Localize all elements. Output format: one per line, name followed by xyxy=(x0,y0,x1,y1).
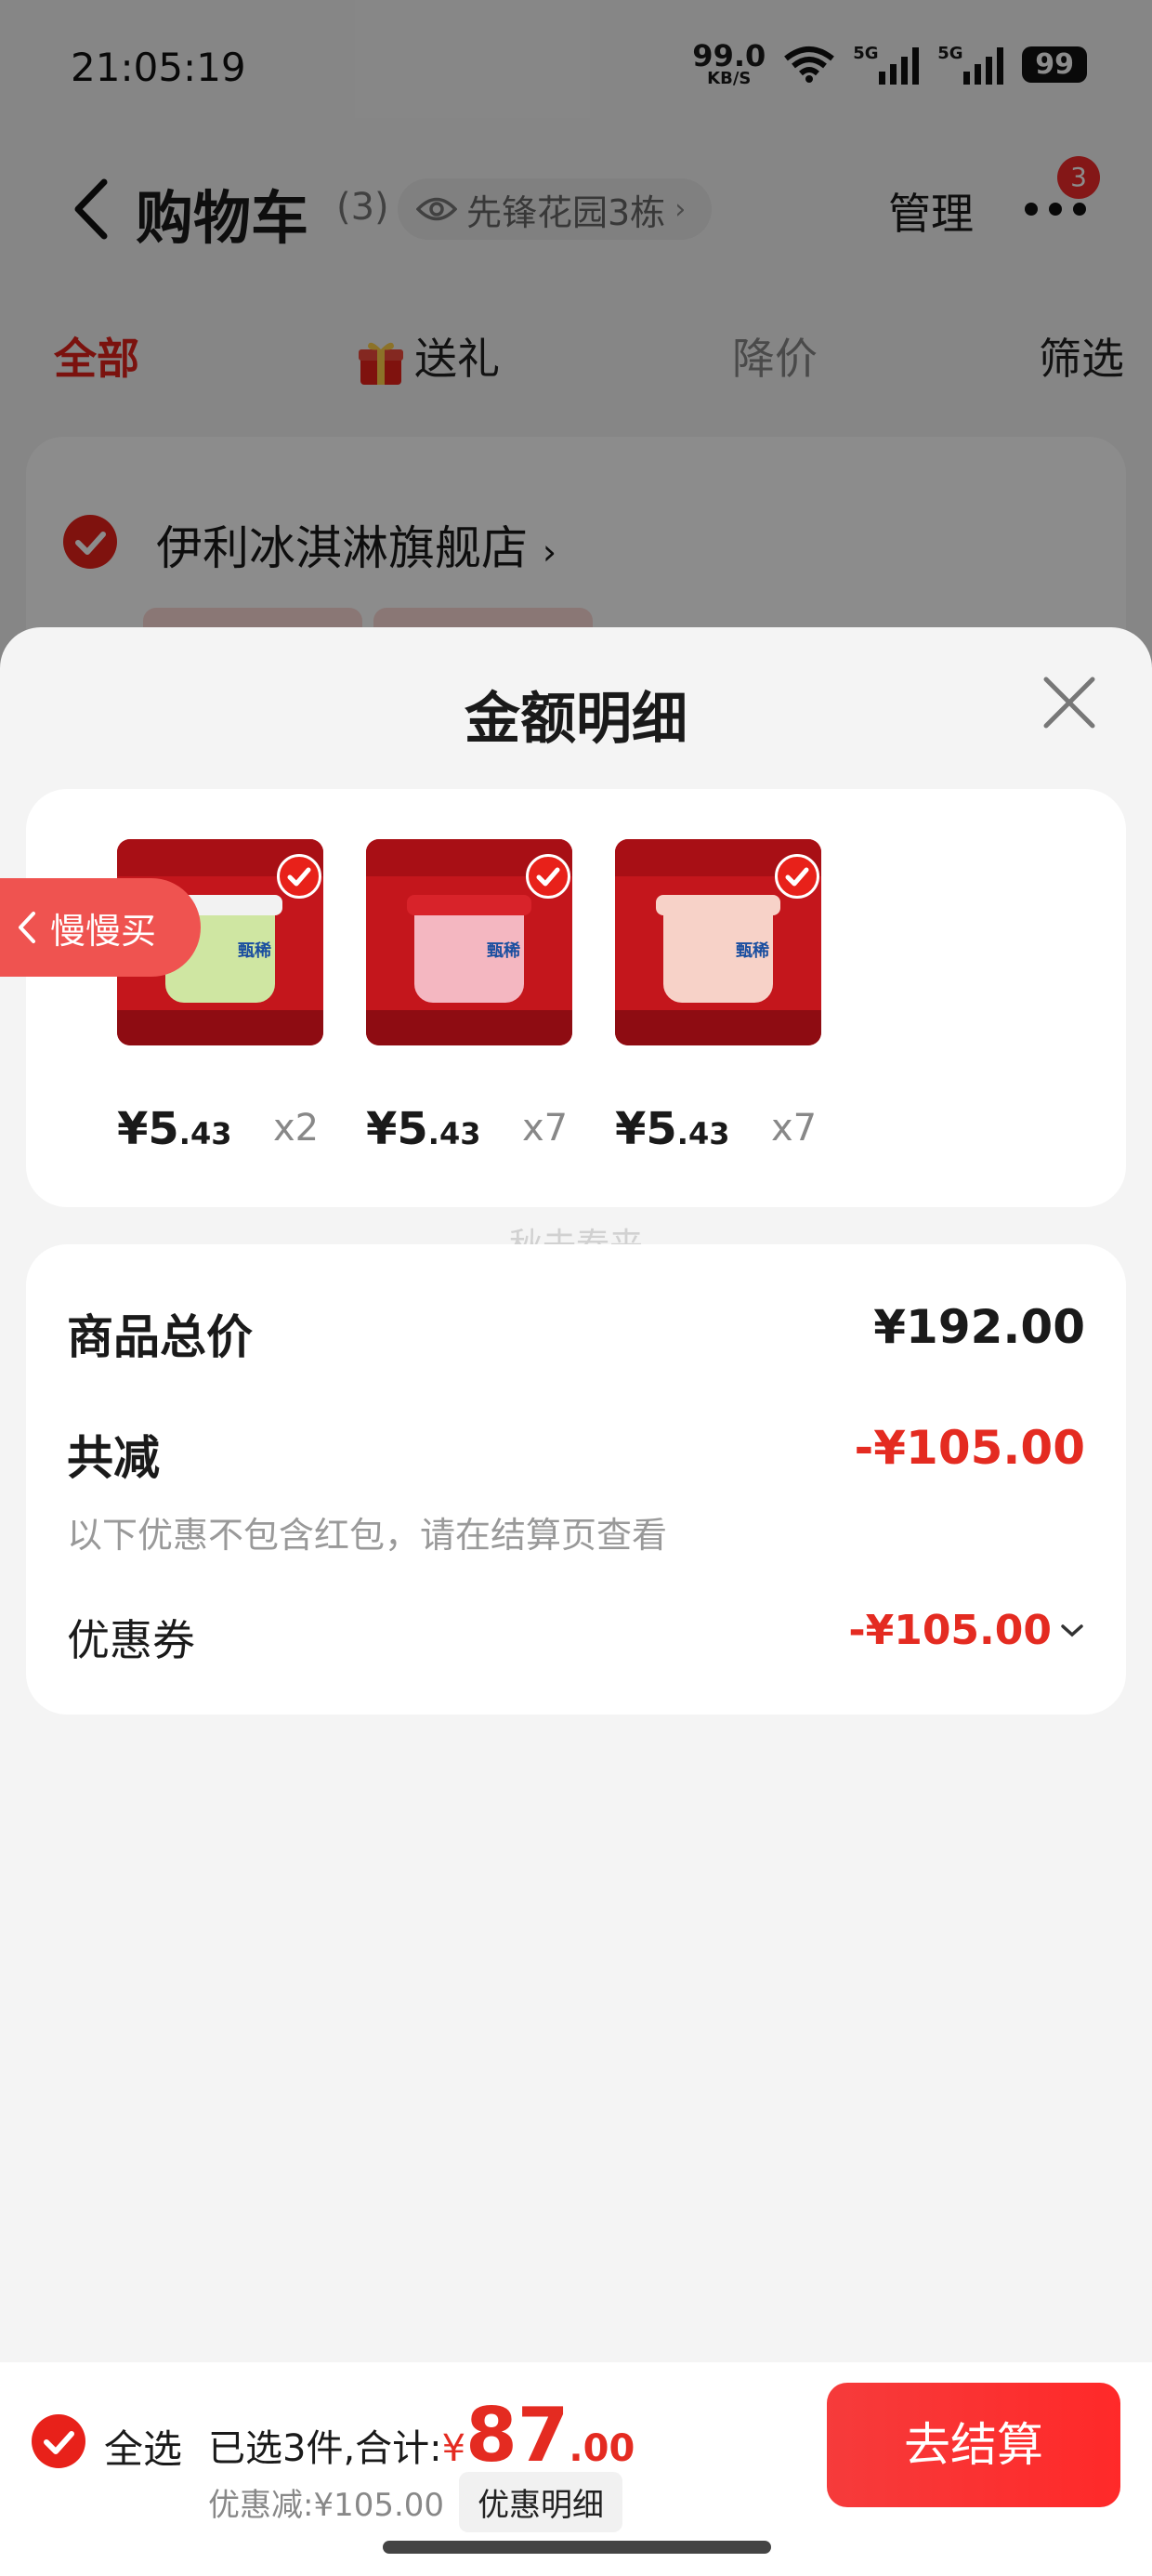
product-thumbnail: 甄稀 xyxy=(366,839,572,1045)
coupon-value: -¥105.00 xyxy=(848,1607,1052,1654)
slow-buy-label: 慢慢买 xyxy=(50,910,157,952)
selected-check-icon xyxy=(277,854,321,899)
chevron-down-icon xyxy=(1061,1623,1083,1636)
item-price-int: ¥5 xyxy=(117,1103,179,1155)
chevron-left-icon xyxy=(19,912,35,943)
close-icon[interactable] xyxy=(1041,674,1098,731)
selected-items-card: 甄稀 ¥5.43 x2 甄稀 ¥5.43 x7 甄稀 ¥5.43 x7 xyxy=(26,789,1126,1207)
product-brand: 甄稀 xyxy=(736,941,769,961)
selected-check-icon xyxy=(775,854,819,899)
sheet-title: 金额明细 xyxy=(465,687,687,752)
goods-total-value: ¥192.00 xyxy=(873,1300,1085,1354)
check-icon xyxy=(44,2431,74,2454)
item-price: ¥5.43 xyxy=(615,1103,729,1155)
product-brand: 甄稀 xyxy=(487,941,520,961)
item-price-dec: .43 xyxy=(178,1116,232,1151)
product-thumbnail: 甄稀 xyxy=(615,839,821,1045)
item-price-int: ¥5 xyxy=(366,1103,428,1155)
item-quantity: x7 xyxy=(522,1107,569,1150)
total-summary: 已选3件,合计:¥87.00 xyxy=(208,2392,635,2478)
select-all-checkbox[interactable] xyxy=(32,2414,85,2468)
coupon-row[interactable]: -¥105.00 xyxy=(848,1607,1085,1654)
item-quantity: x7 xyxy=(771,1107,818,1150)
discount-detail-button[interactable]: 优惠明细 xyxy=(459,2472,623,2532)
discount-summary: 优惠减:¥105.00 优惠明细 xyxy=(208,2472,623,2532)
product-item[interactable]: 甄稀 ¥5.43 x7 xyxy=(576,839,821,1155)
coupon-label: 优惠券 xyxy=(67,1615,195,1665)
currency-symbol: ¥ xyxy=(441,2427,466,2470)
product-brand: 甄稀 xyxy=(238,941,271,961)
item-price-dec: .43 xyxy=(676,1116,730,1151)
item-price-int: ¥5 xyxy=(615,1103,677,1155)
reduction-note: 以下优惠不包含红包，请在结算页查看 xyxy=(67,1515,668,1556)
item-price: ¥5.43 xyxy=(117,1103,231,1155)
total-decimal: .00 xyxy=(569,2427,635,2470)
discount-text: 优惠减:¥105.00 xyxy=(208,2487,445,2524)
total-integer: 87 xyxy=(465,2392,569,2478)
item-price-dec: .43 xyxy=(427,1116,481,1151)
goods-total-label: 商品总价 xyxy=(67,1310,253,1364)
price-summary-card: 商品总价 ¥192.00 共减 -¥105.00 以下优惠不包含红包，请在结算页… xyxy=(26,1244,1126,1715)
item-quantity: x2 xyxy=(273,1107,320,1150)
select-all-label[interactable]: 全选 xyxy=(104,2418,182,2475)
slow-buy-float-button[interactable]: 慢慢买 xyxy=(0,878,201,977)
reduction-value: -¥105.00 xyxy=(854,1421,1086,1475)
reduction-label: 共减 xyxy=(67,1431,160,1485)
selected-text: 已选3件,合计: xyxy=(208,2427,442,2470)
home-indicator[interactable] xyxy=(383,2541,771,2554)
checkout-button[interactable]: 去结算 xyxy=(827,2383,1120,2507)
selected-check-icon xyxy=(526,854,570,899)
item-price: ¥5.43 xyxy=(366,1103,480,1155)
product-item[interactable]: 甄稀 ¥5.43 x7 xyxy=(327,839,572,1155)
